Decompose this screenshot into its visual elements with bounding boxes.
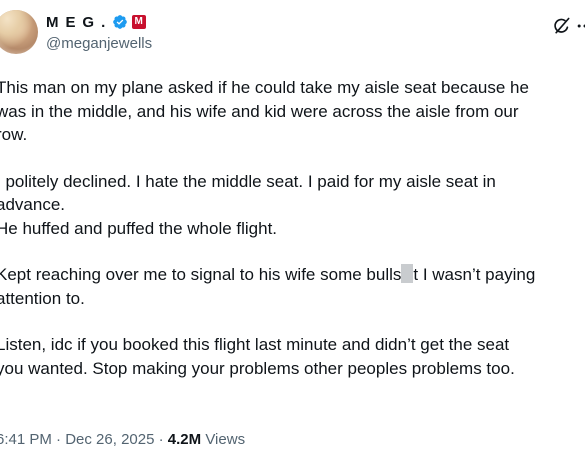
avatar[interactable] <box>0 10 38 54</box>
more-icon[interactable] <box>575 16 585 36</box>
redaction-block <box>401 264 414 283</box>
tweet-paragraph: This man on my plane asked if he could t… <box>0 78 529 144</box>
tweet-header: M E G . M @meganjewells <box>46 12 152 53</box>
separator: · <box>154 431 168 448</box>
tweet-paragraph: I politely declined. I hate the middle s… <box>0 171 496 238</box>
views-label: Views <box>201 431 246 448</box>
grok-icon[interactable] <box>552 16 572 36</box>
tweet: M E G . M @meganjewells This man on my p… <box>0 0 585 461</box>
tweet-paragraph: Listen, idc if you booked this flight la… <box>0 335 515 378</box>
avatar-image <box>0 10 38 54</box>
tweet-text: This man on my plane asked if he could t… <box>0 76 585 380</box>
verified-icon <box>112 15 127 29</box>
tweet-paragraph: Kept reaching over me to signal to his w… <box>0 263 585 310</box>
display-name[interactable]: M E G . <box>46 14 107 31</box>
tweet-date[interactable]: Dec 26, 2025 <box>65 431 154 448</box>
affiliate-badge: M <box>131 15 146 29</box>
tweet-time[interactable]: 6:41 PM <box>0 431 52 448</box>
name-row: M E G . M <box>46 12 152 32</box>
tweet-meta: 6:41 PM · Dec 26, 2025 · 4.2M Views <box>0 431 245 448</box>
user-handle[interactable]: @meganjewells <box>46 35 152 52</box>
separator: · <box>51 431 66 448</box>
views-count[interactable]: 4.2M <box>168 431 201 448</box>
tweet-text-segment: Kept reaching over me to signal to his w… <box>0 265 402 284</box>
